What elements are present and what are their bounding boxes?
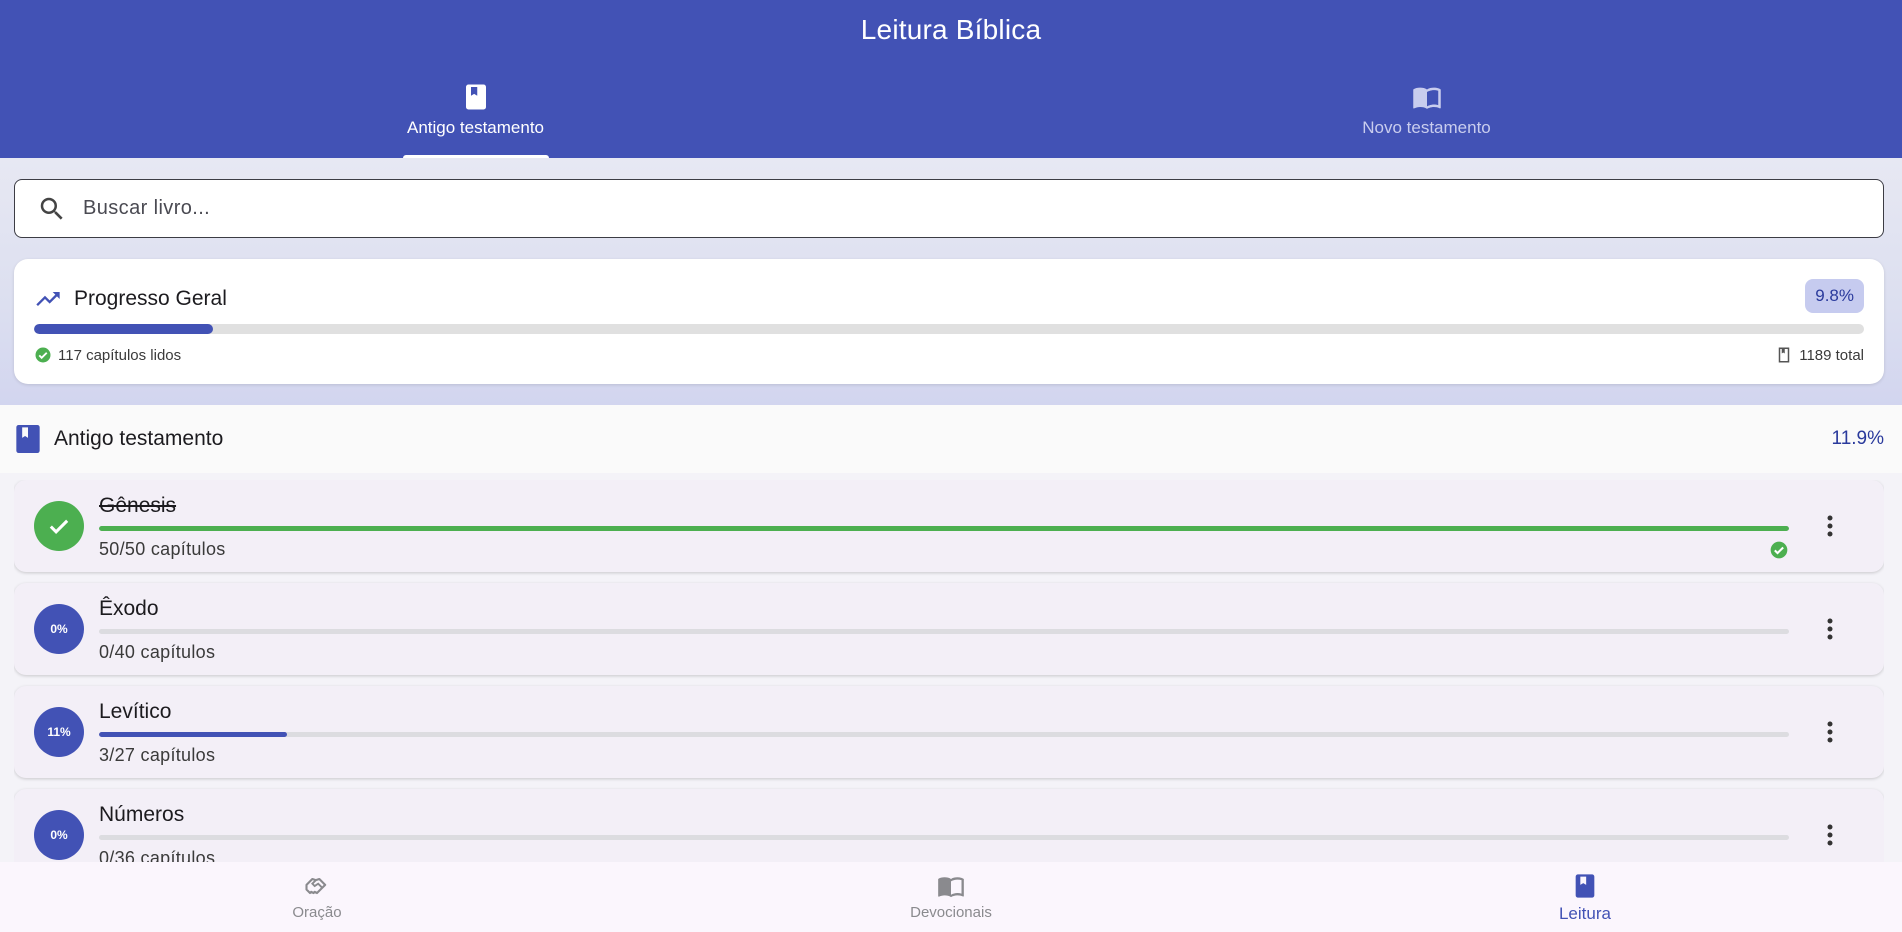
book-list: Gênesis 50/50 capítulos 0% Êxodo 0/40 ca… xyxy=(14,480,1884,862)
check-circle-icon xyxy=(35,347,51,363)
nav-devocionais[interactable]: Devocionais xyxy=(634,862,1268,932)
chapters-total-label: 1189 total xyxy=(1799,346,1864,364)
book-icon xyxy=(16,425,40,453)
page-title: Leitura Bíblica xyxy=(860,14,1042,45)
handshake-icon xyxy=(305,877,327,895)
nav-label: Leitura xyxy=(1558,904,1611,923)
book-progress-track xyxy=(99,629,1789,634)
section-title: Antigo testamento xyxy=(54,427,224,450)
book-progress-track xyxy=(99,526,1789,531)
app-bar: Leitura Bíblica Antigo testamento Novo t… xyxy=(0,0,1902,158)
nav-leitura[interactable]: Leitura xyxy=(1268,862,1902,932)
list-item-exodo[interactable]: 0% Êxodo 0/40 capítulos xyxy=(14,583,1884,675)
nav-oracao[interactable]: Oração xyxy=(0,862,634,932)
overall-progress-fill xyxy=(34,324,214,334)
complete-badge xyxy=(34,501,84,551)
book-chapters: 50/50 capítulos xyxy=(99,539,226,559)
overall-progress-title: Progresso Geral xyxy=(74,287,227,310)
search-icon xyxy=(40,197,63,220)
book-chapters: 0/40 capítulos xyxy=(99,642,216,662)
section-header: Antigo testamento 11.9% xyxy=(0,405,1902,473)
tab-label: Antigo testamento xyxy=(406,118,545,137)
book-icon xyxy=(465,84,486,110)
book-progress-fill xyxy=(99,732,287,737)
list-item-genesis[interactable]: Gênesis 50/50 capítulos xyxy=(14,480,1884,572)
chapters-total: 1189 total xyxy=(1775,346,1864,364)
percent-badge: 11% xyxy=(34,707,84,757)
tab-label: Novo testamento xyxy=(1362,118,1491,137)
overall-progress-header: Progresso Geral xyxy=(34,285,227,313)
more-options-icon[interactable] xyxy=(1816,615,1844,643)
book-name: Números xyxy=(99,803,185,826)
book-name: Gênesis xyxy=(99,494,177,517)
overall-progress-track xyxy=(34,324,1864,334)
list-item-numeros[interactable]: 0% Números 0/36 capítulos xyxy=(14,789,1884,862)
check-circle-icon xyxy=(1770,541,1788,559)
book-name: Êxodo xyxy=(99,597,159,620)
chapters-read-label: 117 capítulos lidos xyxy=(58,346,182,364)
nav-label: Oração xyxy=(292,904,342,921)
book-progress-fill xyxy=(99,526,1789,531)
book-icon xyxy=(1575,874,1595,898)
percent-badge: 0% xyxy=(34,604,84,654)
overall-progress-card: Progresso Geral 9.8% 117 capítulos lidos… xyxy=(14,259,1884,384)
bottom-navigation: Oração Devocionais Leitura xyxy=(0,862,1902,932)
more-options-icon[interactable] xyxy=(1816,512,1844,540)
overall-percent-badge: 9.8% xyxy=(1805,279,1864,313)
more-options-icon[interactable] xyxy=(1816,821,1844,849)
bookmark-book-icon xyxy=(1778,347,1790,363)
book-progress-track xyxy=(99,835,1789,840)
book-chapters: 3/27 capítulos xyxy=(99,745,216,765)
open-book-icon xyxy=(938,877,964,898)
search-input[interactable] xyxy=(83,197,1783,220)
nav-label: Devocionais xyxy=(910,904,992,921)
section-percent: 11.9% xyxy=(1831,428,1884,449)
trending-up-icon xyxy=(36,292,60,306)
search-box xyxy=(14,179,1884,238)
more-options-icon[interactable] xyxy=(1816,718,1844,746)
check-icon xyxy=(49,519,69,534)
book-progress-track xyxy=(99,732,1789,737)
list-item-levitico[interactable]: 11% Levítico 3/27 capítulos xyxy=(14,686,1884,778)
tab-novo-testamento[interactable]: Novo testamento xyxy=(951,70,1902,158)
book-name: Levítico xyxy=(99,700,172,723)
open-book-icon xyxy=(1412,87,1441,109)
testament-tabs: Antigo testamento Novo testamento xyxy=(0,70,1902,158)
tab-antigo-testamento[interactable]: Antigo testamento xyxy=(0,70,951,158)
book-chapters: 0/36 capítulos xyxy=(99,848,216,862)
percent-badge: 0% xyxy=(34,810,84,860)
chapters-read: 117 capítulos lidos xyxy=(34,346,181,364)
